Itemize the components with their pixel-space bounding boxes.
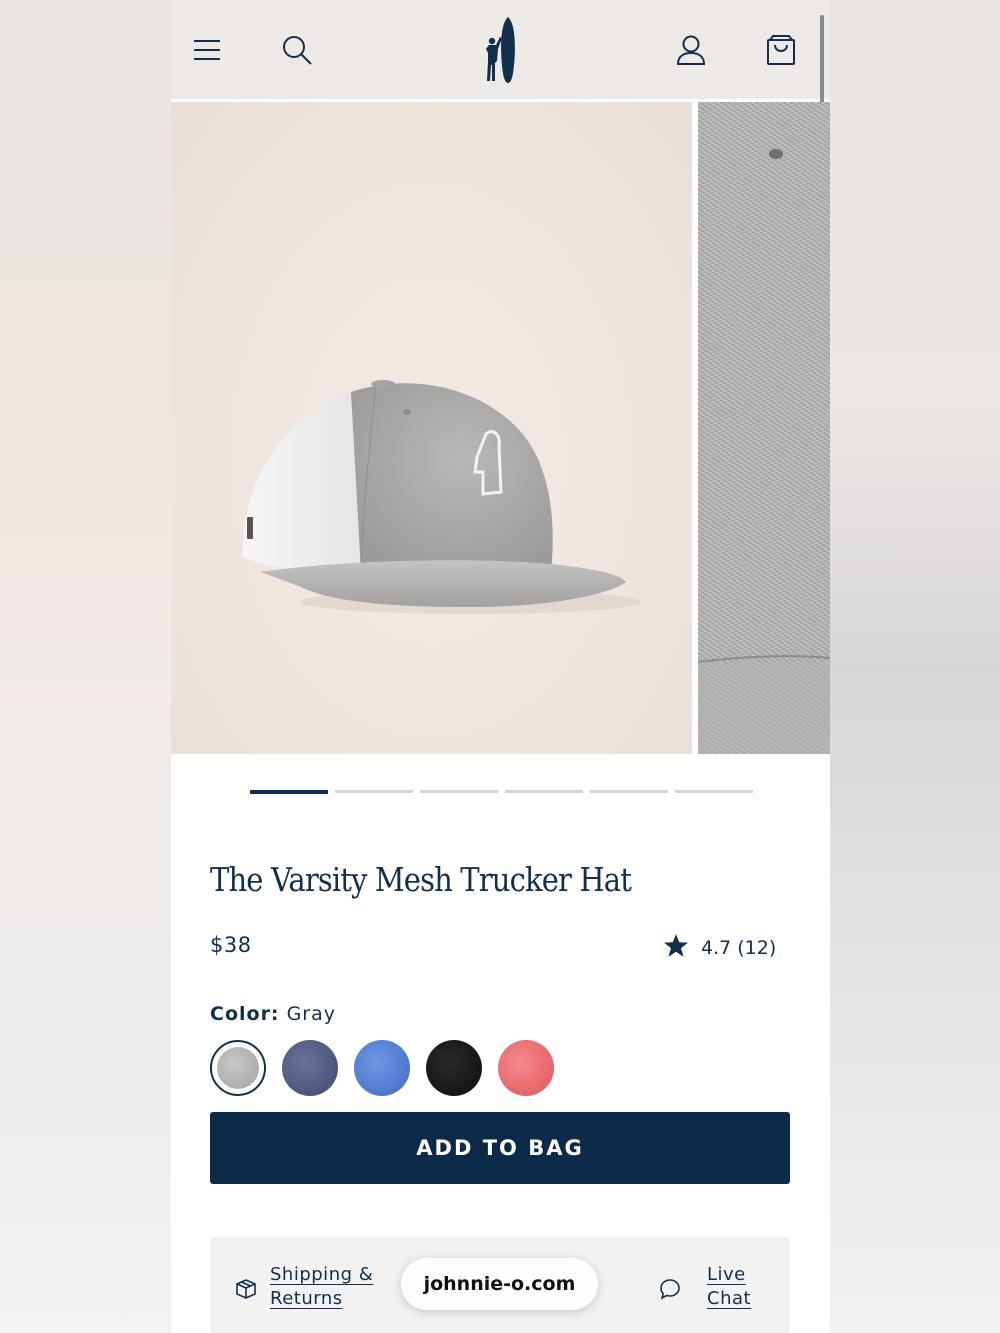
gallery-dot[interactable] <box>250 790 328 794</box>
fabric-closeup-illustration <box>697 149 830 754</box>
trucker-hat-illustration <box>242 380 641 614</box>
url-text: johnnie-o.com <box>423 1273 576 1295</box>
swatch-navy-heather[interactable] <box>282 1040 338 1096</box>
color-selector-label: Color: Gray <box>210 1003 336 1025</box>
color-swatches <box>210 1040 554 1096</box>
box-icon <box>234 1277 258 1305</box>
gallery-dot[interactable] <box>505 790 583 793</box>
product-title: The Varsity Mesh Trucker Hat <box>210 860 632 899</box>
swatch-red-heather[interactable] <box>498 1040 554 1096</box>
shipping-link-line1: Shipping & <box>270 1264 374 1285</box>
swatch-black[interactable] <box>426 1040 482 1096</box>
chat-bubble-icon <box>658 1277 682 1305</box>
add-to-bag-button[interactable]: ADD TO BAG <box>210 1112 790 1184</box>
browser-url-bar[interactable]: johnnie-o.com <box>401 1258 598 1310</box>
gallery-dot[interactable] <box>335 790 413 793</box>
background-blur-right <box>830 0 1000 1333</box>
gallery-dot[interactable] <box>675 790 753 793</box>
gallery-pagination <box>250 790 753 794</box>
shipping-returns-link[interactable]: Shipping & Returns <box>270 1263 373 1311</box>
chat-link-line1: Live <box>707 1264 746 1285</box>
color-label-value: Gray <box>286 1003 336 1025</box>
product-image-gallery[interactable] <box>171 102 830 754</box>
rating-text: 4.7 (12) <box>701 937 777 959</box>
site-header <box>171 0 830 102</box>
product-image-next[interactable] <box>697 102 830 754</box>
shopping-bag-icon[interactable] <box>761 30 801 70</box>
background-blur-left <box>0 0 171 1333</box>
chat-link-line2: Chat <box>707 1288 752 1309</box>
hamburger-icon[interactable] <box>187 30 227 70</box>
color-label-key: Color: <box>210 1003 280 1025</box>
gallery-dot[interactable] <box>590 790 668 793</box>
shipping-link-line2: Returns <box>270 1288 343 1309</box>
search-icon[interactable] <box>277 30 317 70</box>
live-chat-link[interactable]: Live Chat <box>707 1263 751 1311</box>
swatch-blue-heather[interactable] <box>354 1040 410 1096</box>
product-rating[interactable]: 4.7 (12) <box>663 933 776 963</box>
account-icon[interactable] <box>671 30 711 70</box>
gallery-dot[interactable] <box>420 790 498 793</box>
star-icon <box>663 933 689 963</box>
product-price: $38 <box>210 933 252 957</box>
product-image-main[interactable] <box>171 102 692 754</box>
surfer-logo-icon[interactable] <box>477 14 523 86</box>
product-page: The Varsity Mesh Trucker Hat $38 4.7 (12… <box>171 0 830 1333</box>
swatch-gray[interactable] <box>210 1040 266 1096</box>
